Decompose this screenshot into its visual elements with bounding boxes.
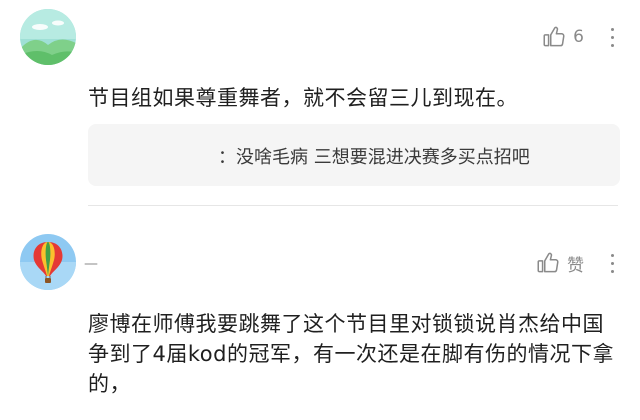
reply-text: ：没啥毛病 三想要混进决赛多买点招吧 bbox=[218, 147, 530, 168]
more-vertical-icon[interactable] bbox=[606, 26, 618, 49]
hot-air-balloon-avatar-icon bbox=[20, 234, 76, 290]
like-label: 赞 bbox=[567, 255, 584, 276]
username[interactable]: — bbox=[84, 256, 98, 272]
more-vertical-icon[interactable] bbox=[606, 252, 618, 275]
comment-item: 6 节目组如果尊重舞者，就不会留三儿到现在。 ：没啥毛病 三想要混进决赛多买点招… bbox=[0, 0, 640, 206]
thumbs-up-icon bbox=[537, 252, 559, 273]
comment-item: — 赞 廖博在师傅我要跳舞了这个节目里对锁锁说肖杰给中国争到了4届kod的冠军，… bbox=[0, 208, 640, 420]
like-count: 6 bbox=[573, 27, 584, 47]
comment-text: 廖博在师傅我要跳舞了这个节目里对锁锁说肖杰给中国争到了4届kod的冠军，有一次还… bbox=[88, 312, 614, 396]
like-button[interactable]: 6 bbox=[541, 24, 584, 50]
thumbs-up-icon bbox=[543, 26, 565, 47]
landscape-avatar-icon bbox=[20, 9, 76, 65]
reply-preview[interactable]: ：没啥毛病 三想要混进决赛多买点招吧 bbox=[88, 124, 620, 186]
like-button[interactable]: 赞 bbox=[535, 250, 584, 276]
divider bbox=[88, 205, 618, 206]
avatar[interactable] bbox=[20, 9, 76, 65]
comment-text: 节目组如果尊重舞者，就不会留三儿到现在。 bbox=[88, 86, 518, 110]
avatar[interactable] bbox=[20, 234, 76, 290]
